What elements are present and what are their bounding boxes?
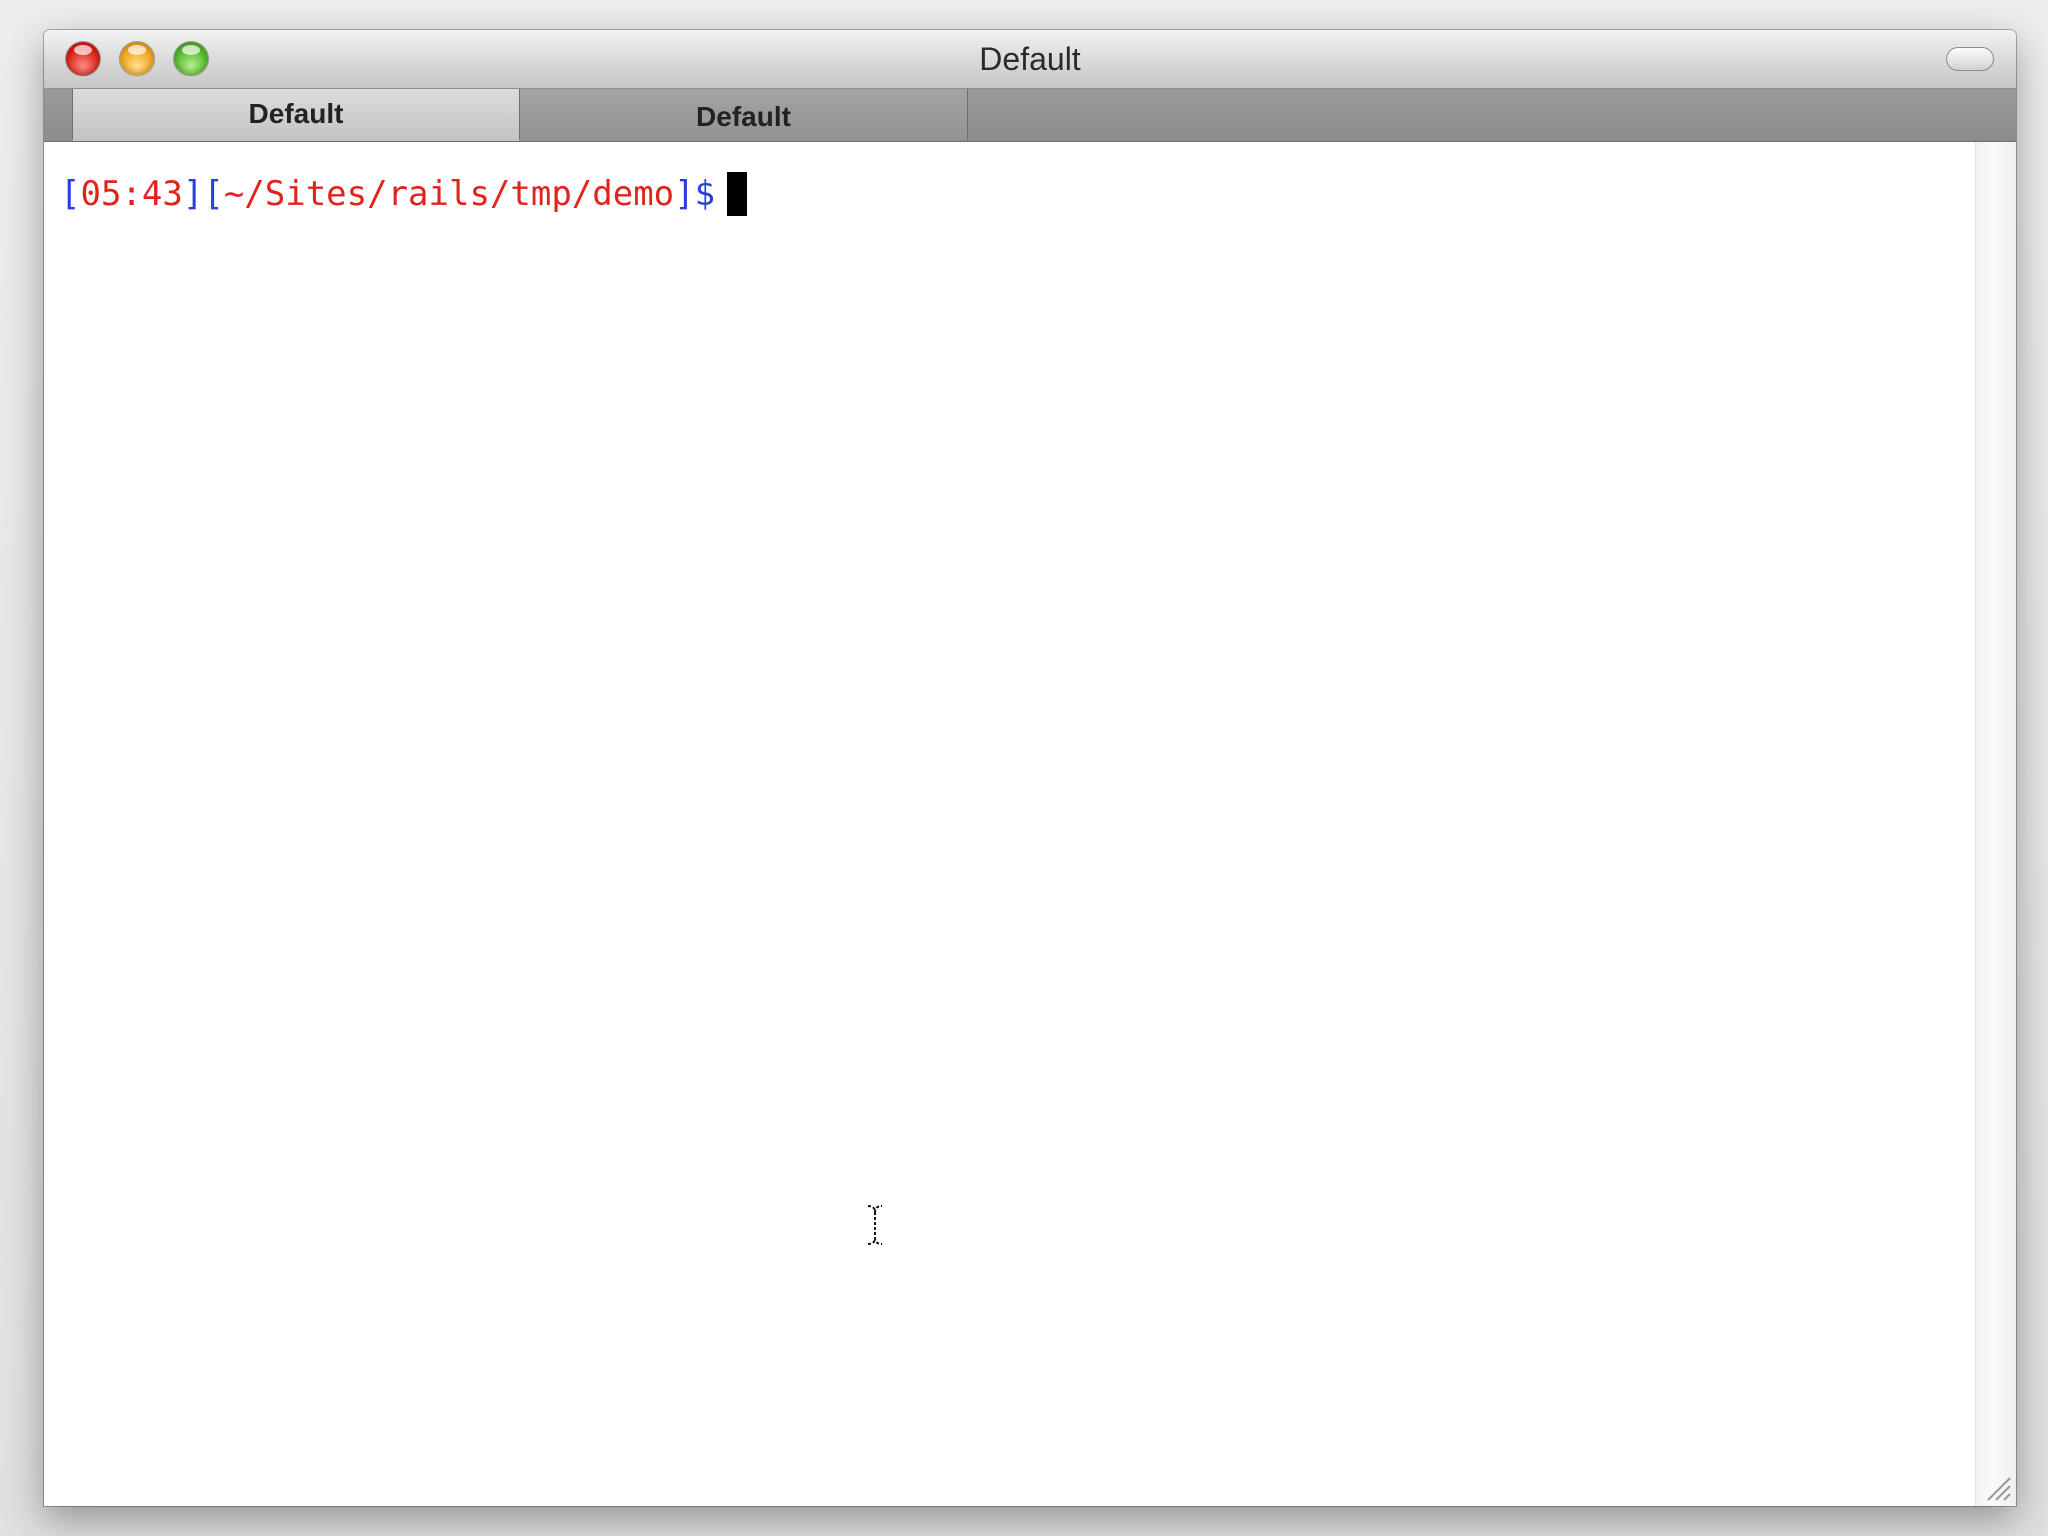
resize-grip-icon[interactable] [1982,1472,2012,1502]
text-cursor-block [727,172,748,216]
terminal-window: Default Default Default [05:43][~/Sites/… [44,30,2016,1506]
tab-default-2[interactable]: Default [520,89,968,141]
terminal-view[interactable]: [05:43][~/Sites/rails/tmp/demo]$ [44,142,1976,1506]
scrollbar[interactable] [1975,142,2016,1506]
window-title: Default [979,41,1081,77]
prompt-path: ~/Sites/rails/tmp/demo [223,174,675,214]
prompt-line: [05:43][~/Sites/rails/tmp/demo]$ [60,172,748,216]
tab-default-1[interactable]: Default [72,89,520,141]
tab-bar: Default Default [44,89,2016,142]
prompt-time: 05:43 [80,174,183,214]
prompt-bracket: [ [60,174,81,214]
title-bar[interactable]: Default [44,30,2016,89]
prompt-bracket: ] [182,174,204,214]
prompt-bracket: ] [674,174,695,214]
prompt-bracket: [ [203,174,224,214]
toolbar-toggle-icon[interactable] [1946,47,1994,71]
prompt-symbol: $ [694,174,716,214]
ibeam-cursor-icon [867,1205,883,1245]
